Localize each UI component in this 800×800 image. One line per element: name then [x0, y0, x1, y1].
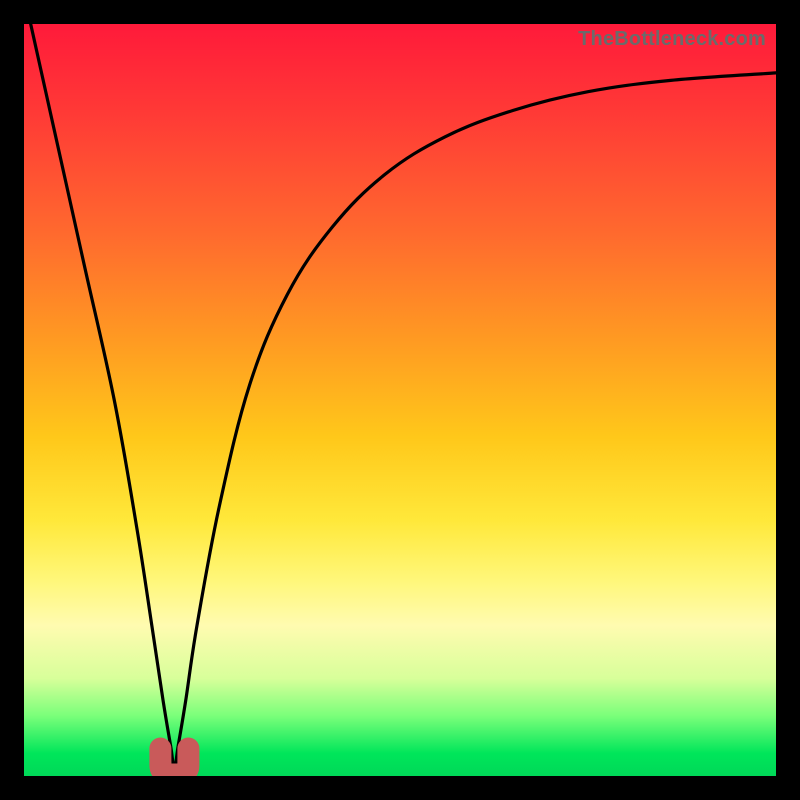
min-marker: [160, 748, 188, 774]
watermark-text: TheBottleneck.com: [578, 28, 766, 51]
chart-area: TheBottleneck.com: [24, 24, 776, 776]
bottleneck-curve: [24, 24, 776, 768]
bottleneck-chart: [24, 24, 776, 776]
